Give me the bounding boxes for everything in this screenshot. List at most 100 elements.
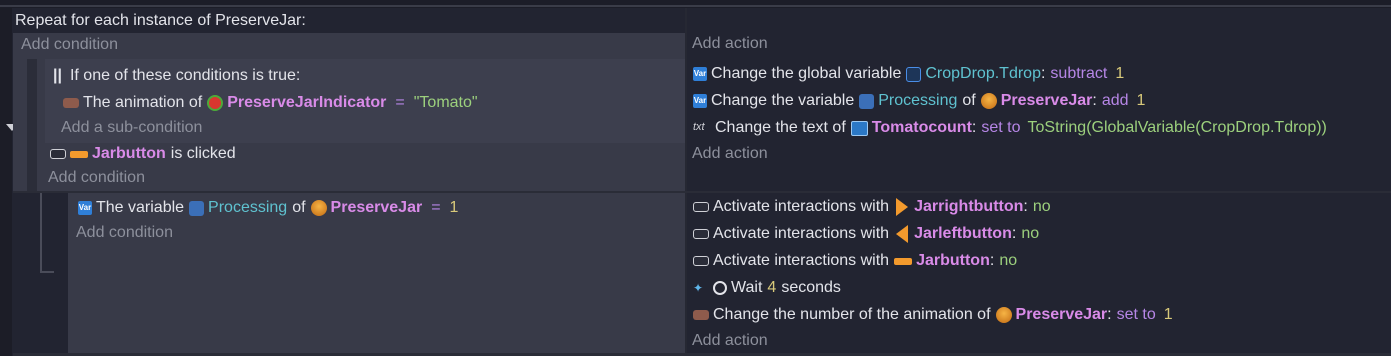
sub-cond-of: of [292,199,306,216]
variable-icon: Var [693,67,707,81]
sub-cond-object: PreserveJar [330,199,423,216]
action-global-variable[interactable]: Var Change the global variable CropDrop.… [693,63,1124,85]
top-bar-separator [0,5,1391,7]
act-global-op: subtract [1050,65,1108,82]
act-global-value: 1 [1115,65,1125,82]
sub-event-left-bar [40,193,42,271]
or-icon: || [53,67,62,84]
act2-value: no [1021,225,1040,242]
act-global-variable: CropDrop.Tdrop [925,65,1041,82]
act-text-value: ToString(GlobalVariable(CropDrop.Tdrop)) [1027,119,1327,136]
sub-cond-variable: Processing [208,199,288,216]
text-icon: txt [693,121,705,133]
button-behavior-icon [693,229,709,239]
button-behavior-icon [693,256,709,266]
act3-value: no [999,252,1018,269]
sub-cond-prefix: The variable [96,199,185,216]
object-variable-icon [189,200,205,216]
cond-anim-op: = [395,94,405,111]
variable-icon: Var [78,201,92,215]
or-condition-block[interactable]: || If one of these conditions is true: [53,65,300,87]
animation-icon [693,310,709,320]
global-variable-icon [906,66,922,82]
act-text-colon: : [971,119,977,136]
act2-colon: : [1011,225,1017,242]
left-gutter [0,8,12,356]
action-interactions-left[interactable]: Activate interactions with Jarleftbutton… [693,223,1039,245]
act-var-value: 1 [1136,92,1146,109]
add-condition-sub[interactable]: Add condition [76,224,173,242]
left-arrow-sprite-icon [896,225,909,243]
act3-object: Jarbutton [916,252,990,269]
text-object-icon [850,120,868,136]
anim-prefix: Change the number of the animation of [713,306,991,323]
cond-anim-prefix: The animation of [83,94,203,111]
anim-colon: : [1107,306,1112,323]
cond-click-object: Jarbutton [92,145,166,162]
action-wait[interactable]: ✦ Wait 4 seconds [693,277,841,299]
act3-colon: : [989,252,995,269]
add-sub-condition[interactable]: Add a sub-condition [61,119,202,137]
act-text-prefix: Change the text of [715,119,846,136]
add-action-bottom[interactable]: Add action [692,332,768,350]
anim-value: 1 [1163,306,1173,323]
action-interactions-button[interactable]: Activate interactions with Jarbutton : n… [693,250,1017,272]
act1-colon: : [1023,198,1028,215]
event-header: Repeat for each instance of PreserveJar: [15,12,306,29]
sub-condition-variable[interactable]: Var The variable Processing of PreserveJ… [78,197,458,219]
act-var-variable: Processing [878,92,958,109]
wait-prefix: Wait [731,279,763,296]
button-behavior-icon [50,149,66,159]
act2-object: Jarleftbutton [914,225,1012,242]
async-icon: ✦ [693,281,704,295]
cond-click-suffix: is clicked [170,145,236,162]
add-condition-top[interactable]: Add condition [21,36,118,54]
condition-clicked[interactable]: Jarbutton is clicked [50,143,236,165]
act-global-colon: : [1040,65,1046,82]
action-change-text[interactable]: txt Change the text of Tomatocount : set… [693,117,1327,139]
act-var-colon: : [1092,92,1097,109]
wait-value: 4 [767,279,777,296]
timer-icon [713,281,727,295]
variable-icon: Var [693,94,707,108]
act-global-prefix: Change the global variable [711,65,902,82]
row-divider [13,191,1391,193]
act-var-prefix: Change the variable [711,92,855,109]
act1-value: no [1032,198,1051,215]
sub-cond-value: 1 [449,199,459,216]
tomato-sprite-icon [207,95,224,111]
condition-animation[interactable]: The animation of PreserveJarIndicator = … [63,92,478,114]
add-action-mid[interactable]: Add action [692,145,768,163]
button-behavior-icon [693,202,709,212]
act-var-of: of [962,92,976,109]
act-text-op: set to [981,119,1021,136]
cond-anim-value: "Tomato" [413,94,478,111]
or-block-title: If one of these conditions is true: [69,67,301,84]
act1-prefix: Activate interactions with [713,198,890,215]
action-object-variable[interactable]: Var Change the variable Processing of Pr… [693,90,1145,112]
cond-anim-object: PreserveJarIndicator [227,94,387,111]
act2-prefix: Activate interactions with [713,225,890,242]
act-text-object: Tomatocount [871,119,972,136]
anim-object: PreserveJar [1015,306,1108,323]
jar-sprite-icon [995,307,1012,323]
jar-sprite-icon [310,200,327,216]
wait-suffix: seconds [781,279,841,296]
action-change-animation[interactable]: Change the number of the animation of Pr… [693,304,1173,326]
act-var-object: PreserveJar [1000,92,1093,109]
act1-object: Jarrightbutton [914,198,1024,215]
add-condition-mid[interactable]: Add condition [48,169,145,187]
animation-icon [63,98,79,108]
add-action-top[interactable]: Add action [692,35,768,53]
right-arrow-sprite-icon [896,198,909,216]
panel-divider [685,8,687,356]
act3-prefix: Activate interactions with [713,252,890,269]
action-interactions-right[interactable]: Activate interactions with Jarrightbutto… [693,196,1051,218]
tree-left-bar [27,59,37,191]
jar-sprite-icon [980,93,997,109]
object-variable-icon [859,93,875,109]
sub-cond-op: = [431,199,441,216]
act-var-op: add [1101,92,1129,109]
sub-event-left-bar-foot [40,271,54,273]
jarbutton-sprite-icon [894,257,913,265]
